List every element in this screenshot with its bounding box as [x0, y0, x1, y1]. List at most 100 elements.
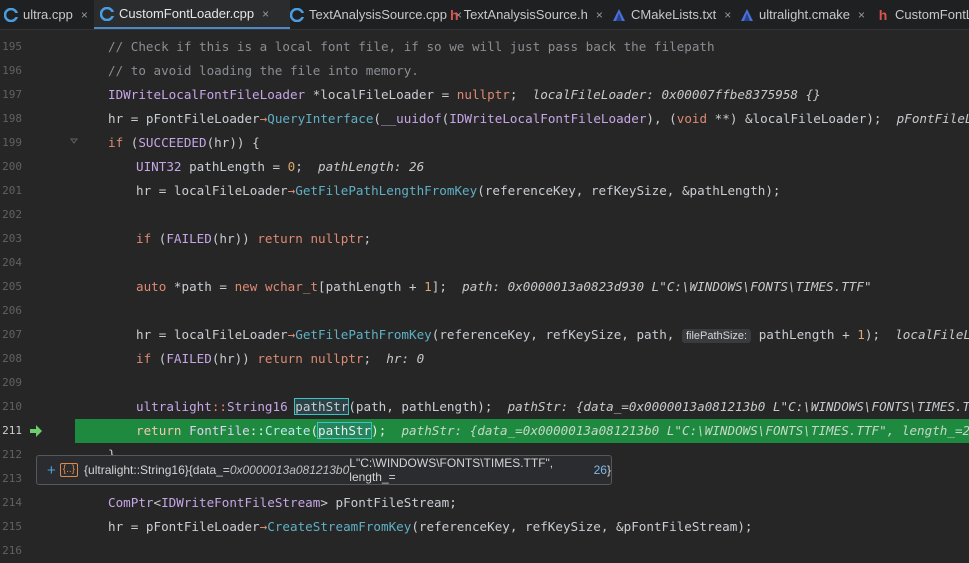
line-number: 197	[2, 88, 22, 101]
tooltip-text: }	[606, 463, 611, 477]
code-text: (	[373, 111, 381, 126]
number: 1	[424, 279, 432, 294]
debug-inline-value: localFileLoader: 0x00007ffbe8375958 {}	[532, 87, 821, 102]
tab-label: TextAnalysisSource.h	[463, 7, 588, 22]
line-number: 211	[2, 424, 22, 437]
line-number: 201	[2, 184, 22, 197]
expand-icon[interactable]: +	[47, 462, 56, 479]
line-number: 195	[2, 40, 22, 53]
type: IDWriteLocalFontFileLoader	[449, 111, 647, 126]
keyword: nullptr	[456, 87, 510, 102]
tab-label: ultralight.cmake	[759, 7, 851, 22]
line-number: 214	[2, 496, 22, 509]
debug-inline-value: localFileLoader:	[895, 327, 969, 342]
code-line: hr = localFileLoader→GetFilePathFromKey(…	[136, 323, 969, 347]
code-text: ;	[295, 159, 303, 174]
tab-cmakelists[interactable]: CMakeLists.txt ×	[608, 0, 732, 29]
code-text: (path, pathLength);	[348, 399, 493, 414]
code-text: *localFileLoader =	[305, 87, 457, 102]
debug-value-tooltip[interactable]: + {..} {ultralight::String16} {data_= 0x…	[36, 455, 612, 485]
line-number: 202	[2, 208, 22, 221]
keyword: auto	[136, 279, 167, 294]
code-line: auto *path = new wchar_t[pathLength + 1]…	[136, 275, 872, 299]
tooltip-type: {ultralight::String16}	[84, 463, 189, 477]
keyword: void	[676, 111, 708, 126]
code-text: (hr)) {	[206, 135, 260, 150]
close-icon[interactable]: ×	[724, 8, 731, 22]
code-text: <	[153, 495, 162, 510]
comment: // Check if this is a local font file, i…	[108, 39, 715, 54]
tab-textanalysissource-h[interactable]: h TextAnalysisSource.h ×	[446, 0, 603, 29]
tab-label: CMakeLists.txt	[631, 7, 717, 22]
editor-tab-bar: ultra.cpp × CustomFontLoader.cpp × TextA…	[0, 0, 969, 30]
code-text: [pathLength +	[318, 279, 425, 294]
code-text: hr = localFileLoader	[136, 183, 288, 198]
code-line: hr = pFontFileLoader→CreateStreamFromKey…	[108, 515, 753, 539]
tab-customfontloader-cpp[interactable]: CustomFontLoader.cpp ×	[94, 0, 290, 29]
close-icon[interactable]: ×	[596, 8, 603, 22]
code-text: (	[151, 231, 167, 246]
function: GetFilePathFromKey	[295, 327, 432, 342]
code-text: );	[371, 423, 387, 438]
code-line: IDWriteLocalFontFileLoader *localFileLoa…	[108, 83, 821, 107]
variable-highlight[interactable]: pathStr	[294, 398, 350, 415]
keyword: if	[136, 231, 152, 246]
code-text: (referenceKey, refKeySize, path,	[431, 327, 682, 342]
keyword: if	[136, 351, 152, 366]
tab-textanalysissource-cpp[interactable]: TextAnalysisSource.cpp ×	[284, 0, 462, 29]
code-text: *path =	[166, 279, 235, 294]
line-number: 198	[2, 112, 22, 125]
type: IDWriteLocalFontFileLoader	[108, 87, 306, 102]
namespace: ultralight	[136, 399, 212, 414]
tooltip-address: 0x0000013a081213b0	[229, 463, 350, 477]
type: UINT32	[136, 159, 182, 174]
code-text: ;	[363, 351, 372, 366]
keyword: return	[257, 351, 303, 366]
close-icon[interactable]: ×	[858, 8, 865, 22]
tab-ultralight-cmake[interactable]: ultralight.cmake ×	[736, 0, 870, 29]
code-line: if (FAILED(hr)) return nullptr;	[136, 227, 371, 251]
code-line: hr = pFontFileLoader→QueryInterface(__uu…	[108, 107, 969, 131]
tooltip-text: L"C:\WINDOWS\FONTS\TIMES.TTF", length_=	[349, 456, 554, 484]
keyword: if	[108, 135, 124, 150]
tab-ultra-cpp[interactable]: ultra.cpp ×	[0, 0, 98, 29]
line-number: 199	[2, 136, 22, 149]
header-file-icon: h	[878, 6, 888, 23]
line-number: 209	[2, 376, 22, 389]
cpp-file-icon	[100, 6, 114, 21]
code-text: > pFontFileStream;	[320, 495, 457, 510]
code-line: // Check if this is a local font file, i…	[108, 35, 715, 59]
code-text: hr = pFontFileLoader	[108, 111, 260, 126]
close-icon[interactable]: ×	[262, 7, 269, 21]
function: GetFilePathLengthFromKey	[295, 183, 478, 198]
debug-inline-value: path: 0x0000013a0823d930 L"C:\WINDOWS\FO…	[462, 279, 872, 294]
code-line: if (FAILED(hr)) return nullptr; hr: 0	[136, 347, 424, 371]
code-line: ultralight::String16 pathStr(path, pathL…	[136, 395, 969, 419]
code-line-current: return FontFile::Create(pathStr); pathSt…	[136, 419, 969, 443]
line-number: 196	[2, 64, 22, 77]
tab-customfontloader-h[interactable]: h CustomFontL	[872, 0, 969, 29]
code-text: );	[864, 327, 881, 342]
execution-point-arrow-icon	[30, 425, 42, 437]
cmake-icon	[612, 8, 626, 22]
code-text: ;	[363, 231, 372, 246]
tab-label: CustomFontL	[895, 7, 969, 22]
debug-inline-value: hr: 0	[386, 351, 425, 366]
line-number: 200	[2, 160, 22, 173]
code-text: (hr))	[211, 351, 258, 366]
function: CreateStreamFromKey	[267, 519, 412, 534]
struct-icon: {..}	[59, 463, 79, 477]
line-number: 206	[2, 304, 22, 317]
header-file-icon: h	[450, 6, 459, 23]
type: ComPtr	[108, 495, 154, 510]
function: QueryInterface	[267, 111, 374, 126]
function: Create	[264, 423, 311, 438]
close-icon[interactable]: ×	[81, 8, 88, 22]
cmake-icon	[740, 8, 754, 22]
code-text: (	[123, 135, 139, 150]
type: String16	[227, 399, 288, 414]
variable-highlight[interactable]: pathStr	[317, 422, 373, 439]
debug-inline-value: pathStr: {data_=0x0000013a081213b0 L"C:\…	[401, 423, 969, 438]
